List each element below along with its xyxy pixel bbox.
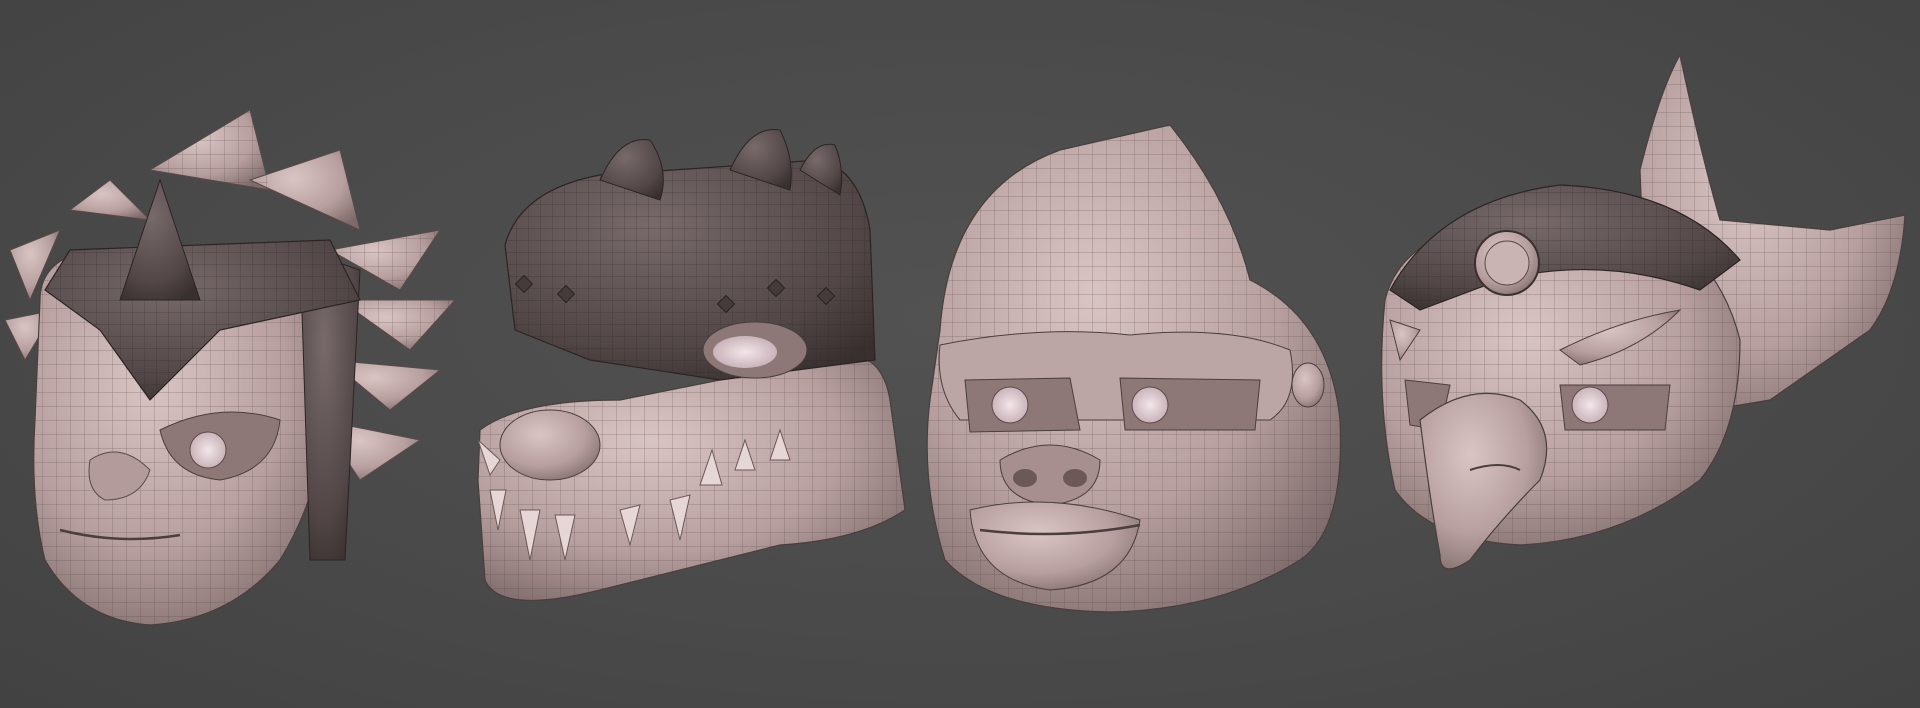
mask-render-scene xyxy=(4,53,1906,626)
render-viewport xyxy=(0,0,1920,708)
gorilla-mask-icon xyxy=(926,124,1342,613)
crocodile-mask-icon xyxy=(477,129,906,602)
eagle-mask-icon xyxy=(1381,53,1906,570)
lion-mask-icon xyxy=(4,109,457,626)
